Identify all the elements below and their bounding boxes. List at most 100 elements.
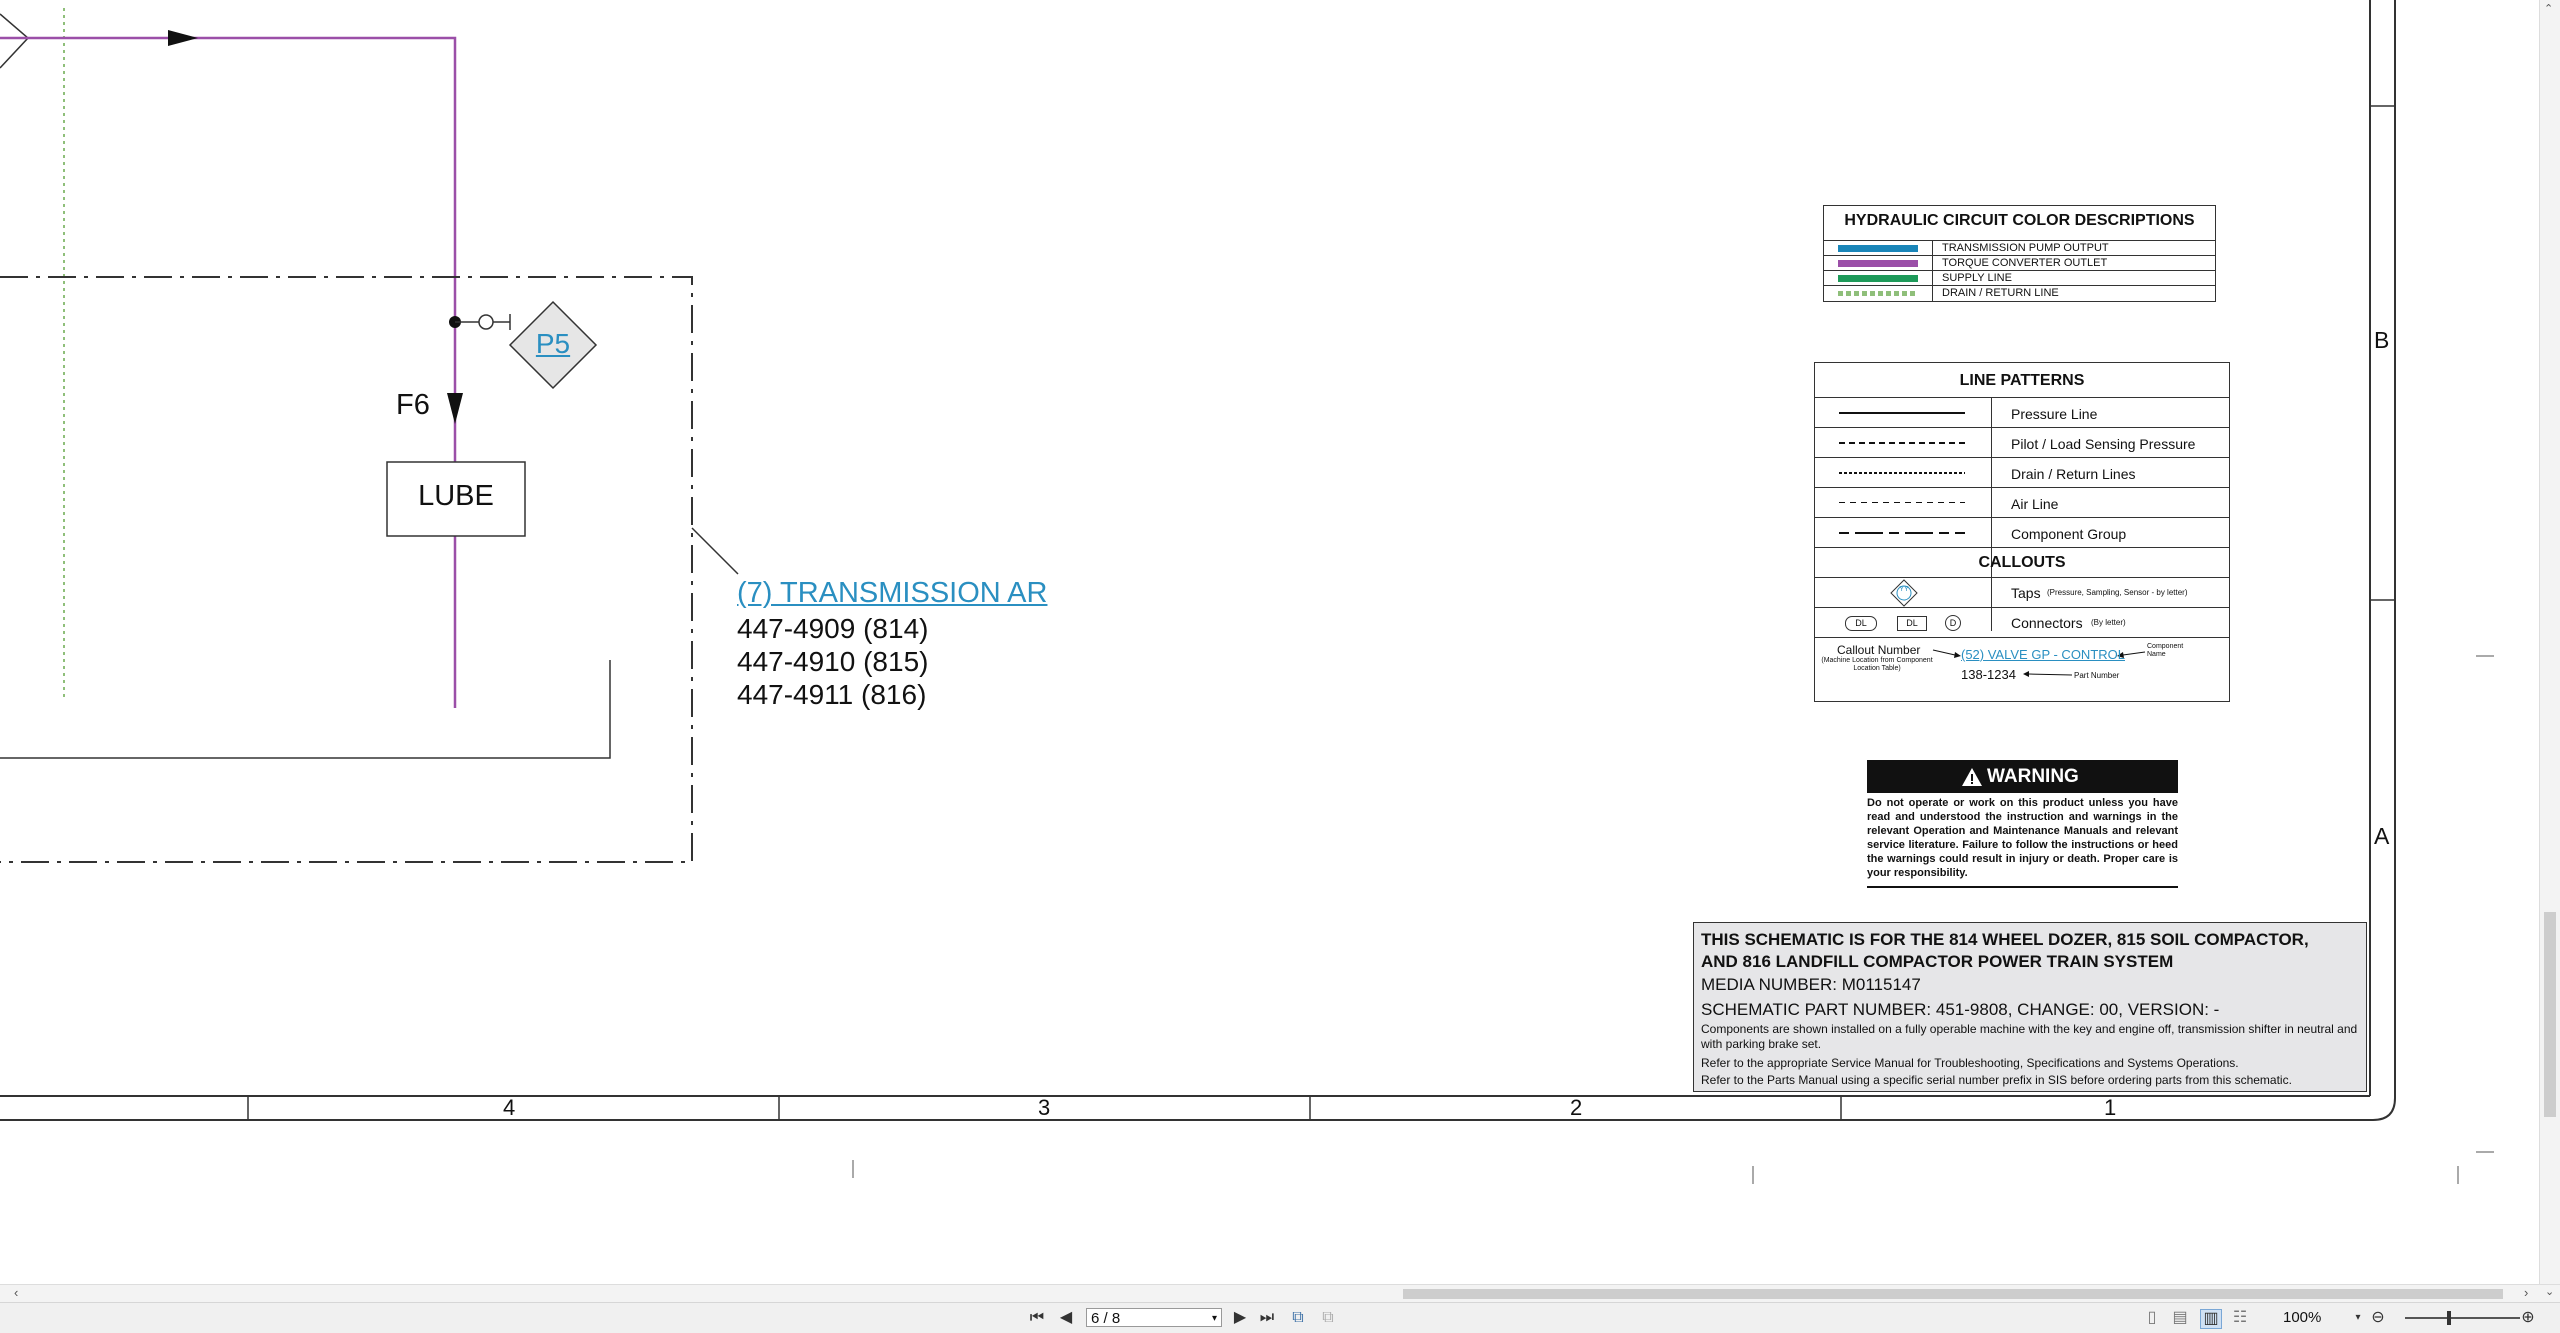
pattern-drain <box>1839 472 1965 474</box>
tap-connector <box>478 314 494 330</box>
legend-supply-line: SUPPLY LINE <box>1942 272 2012 284</box>
torque-converter-line <box>0 36 457 708</box>
connector-symbol-d-circle: D <box>1945 615 1961 631</box>
f6-label: F6 <box>396 389 430 421</box>
zoom-out-icon[interactable]: ⊖ <box>2368 1309 2388 1327</box>
tap-symbol-text: YY <box>1899 586 1909 593</box>
connector-symbol-dl-square: DL <box>1897 616 1927 631</box>
connectors-note: (By letter) <box>2091 618 2126 627</box>
pattern-pressure-label: Pressure Line <box>2011 406 2098 422</box>
legend-drain-return: DRAIN / RETURN LINE <box>1942 287 2059 299</box>
vertical-scroll-thumb[interactable] <box>2544 912 2556 1117</box>
page-number-field[interactable]: 6 / 8 ▾ <box>1086 1308 1222 1327</box>
part-number-label: Part Number <box>2074 671 2120 680</box>
flow-arrow-right <box>168 30 198 46</box>
page-dropdown-icon[interactable]: ▾ <box>1212 1309 1217 1328</box>
pattern-pressure <box>1839 412 1965 414</box>
p5-tap-link[interactable]: P5 <box>510 328 596 360</box>
pattern-component-group <box>1839 532 1965 534</box>
connector-symbol-dl-rounded: DL <box>1845 616 1877 631</box>
legend-torque-converter: TORQUE CONVERTER OUTLET <box>1942 257 2108 269</box>
line-patterns-title: LINE PATTERNS <box>1959 372 2085 389</box>
scroll-down-arrow-icon[interactable]: ⌄ <box>2545 1285 2554 1298</box>
swatch-torque-converter <box>1838 260 1918 267</box>
callouts-title: CALLOUTS <box>1978 554 2066 571</box>
border-letter-a: A <box>2374 823 2390 849</box>
left-chevron <box>0 13 30 69</box>
zoom-in-icon[interactable]: ⊕ <box>2518 1309 2538 1327</box>
border-number-1: 1 <box>2104 1095 2117 1120</box>
pattern-drain-label: Drain / Return Lines <box>2011 466 2136 482</box>
scroll-up-arrow-icon[interactable]: ⌃ <box>2544 2 2553 15</box>
last-page-icon[interactable]: ⏭ <box>1258 1309 1276 1327</box>
border-number-2: 2 <box>1570 1095 1583 1120</box>
horizontal-scrollbar[interactable]: ‹ › ⌄ <box>0 1284 2560 1303</box>
pattern-component-group-label: Component Group <box>2011 526 2127 542</box>
pattern-air <box>1839 502 1965 503</box>
transmission-part-814: 447-4909 (814) <box>737 613 929 644</box>
swatch-transmission-pump <box>1838 245 1918 252</box>
zoom-slider-knob[interactable] <box>2447 1311 2451 1325</box>
title-note-2: Refer to the appropriate Service Manual … <box>1701 1056 2239 1070</box>
warning-box: WARNING Do not operate or work on this p… <box>1867 760 2178 888</box>
horizontal-scroll-thumb[interactable] <box>1403 1289 2503 1299</box>
border-number-3: 3 <box>1038 1095 1051 1120</box>
vertical-scrollbar[interactable]: ⌃ <box>2539 0 2560 1284</box>
tap-symbol-icon <box>1890 579 1918 607</box>
next-page-icon[interactable]: ▶ <box>1232 1309 1248 1327</box>
next-view-icon[interactable]: ⧉ <box>1318 1309 1338 1327</box>
taps-label: Taps <box>2011 585 2041 601</box>
page-number-value: 6 / 8 <box>1091 1310 1121 1327</box>
title-note-1: Components are shown installed on a full… <box>1701 1022 2358 1051</box>
legend-transmission-pump: TRANSMISSION PUMP OUTPUT <box>1942 242 2109 254</box>
previous-view-icon[interactable]: ⧉ <box>1288 1309 1308 1327</box>
flow-arrow-down <box>447 393 463 424</box>
example-callout-link[interactable]: (52) VALVE GP - CONTROL <box>1961 647 2125 662</box>
border-number-4: 4 <box>503 1095 516 1120</box>
single-page-view-icon[interactable]: ▯ <box>2144 1309 2160 1327</box>
zoom-dropdown-icon[interactable]: ▾ <box>2352 1309 2364 1327</box>
title-line-1: THIS SCHEMATIC IS FOR THE 814 WHEEL DOZE… <box>1701 930 2309 949</box>
pattern-air-label: Air Line <box>2011 496 2059 512</box>
first-page-icon[interactable]: ⏮ <box>1028 1309 1046 1327</box>
swatch-drain-return <box>1838 291 1918 296</box>
continuous-facing-view-icon[interactable]: ☷ <box>2232 1309 2248 1327</box>
zoom-level[interactable]: 100% <box>2283 1309 2321 1326</box>
scroll-left-arrow-icon[interactable]: ‹ <box>14 1285 18 1300</box>
title-note-3: Refer to the Parts Manual using a specif… <box>1701 1073 2292 1087</box>
swatch-supply-line <box>1838 275 1918 282</box>
lube-label: LUBE <box>418 480 494 512</box>
warning-title: WARNING <box>1987 766 2079 787</box>
transmission-part-815: 447-4910 (815) <box>737 646 929 677</box>
title-line-2: AND 816 LANDFILL COMPACTOR POWER TRAIN S… <box>1701 952 2174 971</box>
leader-line <box>691 527 739 575</box>
pattern-pilot <box>1839 442 1965 444</box>
status-bar: ⏮ ◀ 6 / 8 ▾ ▶ ⏭ ⧉ ⧉ ▯ ▤ ▥ ☷ 100% ▾ ⊖ ⊕ <box>0 1302 2560 1333</box>
frame-corner <box>2372 1097 2396 1121</box>
pattern-pilot-label: Pilot / Load Sensing Pressure <box>2011 436 2196 452</box>
transmission-callout-link[interactable]: (7) TRANSMISSION AR <box>737 577 1047 610</box>
transmission-part-816: 447-4911 (816) <box>737 679 927 710</box>
taps-note: (Pressure, Sampling, Sensor - by letter) <box>2047 588 2188 597</box>
warning-triangle-icon <box>1962 768 1982 786</box>
connectors-label: Connectors <box>2011 615 2083 631</box>
media-number: MEDIA NUMBER: M0115147 <box>1701 975 1921 994</box>
example-part-number: 138-1234 <box>1961 667 2016 682</box>
color-legend-table: HYDRAULIC CIRCUIT COLOR DESCRIPTIONS TRA… <box>1823 205 2216 302</box>
inner-outline <box>0 660 611 759</box>
document-canvas: F6 LUBE P5 (7) TRANSMISSION AR 447-4909 … <box>0 0 2540 1284</box>
continuous-view-icon[interactable]: ▤ <box>2172 1309 2188 1327</box>
color-legend-title: HYDRAULIC CIRCUIT COLOR DESCRIPTIONS <box>1844 212 2195 229</box>
schematic-part-number: SCHEMATIC PART NUMBER: 451-9808, CHANGE:… <box>1701 1000 2220 1019</box>
component-group-box <box>0 276 693 863</box>
title-block: THIS SCHEMATIC IS FOR THE 814 WHEEL DOZE… <box>1693 922 2367 1092</box>
facing-view-icon[interactable]: ▥ <box>2200 1309 2222 1329</box>
zoom-slider[interactable] <box>2405 1311 2520 1325</box>
warning-header: WARNING <box>1867 760 2178 793</box>
line-patterns-table: LINE PATTERNS Pressure Line Pilot / Load… <box>1814 362 2230 702</box>
warning-text: Do not operate or work on this product u… <box>1867 797 2178 879</box>
previous-page-icon[interactable]: ◀ <box>1058 1309 1074 1327</box>
scroll-right-arrow-icon[interactable]: › <box>2524 1285 2528 1300</box>
component-name-label: Component Name <box>2147 643 2184 658</box>
border-letter-b: B <box>2374 327 2390 353</box>
